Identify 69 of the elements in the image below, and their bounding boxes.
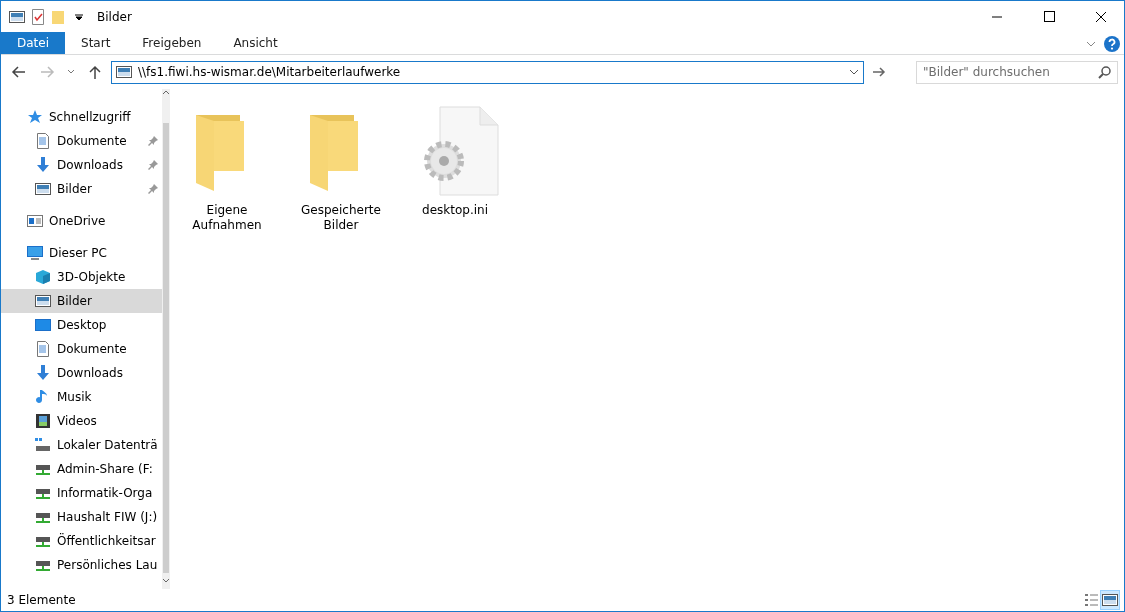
window-title: Bilder (97, 8, 132, 26)
sidebar-item[interactable]: Desktop (1, 313, 162, 337)
help-icon (1104, 36, 1120, 52)
address-bar[interactable]: \\fs1.fiwi.hs-wismar.de\Mitarbeiterlaufwerke (111, 60, 864, 84)
ribbon-tab[interactable]: Ansicht (217, 32, 294, 54)
window-icon (27, 213, 43, 229)
ribbon-tab[interactable]: Freigeben (126, 32, 218, 54)
chevron-icon (161, 578, 170, 584)
sidebar-item[interactable]: OneDrive (1, 209, 162, 233)
sidebar-item[interactable]: Haushalt FIW (J:) (1, 505, 162, 529)
close-icon (1096, 11, 1106, 22)
sidebar-item[interactable]: Downloads (1, 361, 162, 385)
sidebar-item[interactable]: Dokumente (1, 129, 162, 153)
ribbon-tab[interactable]: Datei (1, 32, 65, 54)
maximize-icon (1043, 11, 1055, 22)
picture-icon (35, 293, 51, 309)
minimize-icon (992, 15, 1002, 18)
sidebar-item[interactable]: Admin-Share (F: (1, 457, 162, 481)
picture-icon (116, 64, 132, 80)
view-button[interactable] (1100, 590, 1120, 610)
down-arrow-icon (35, 365, 51, 381)
file-name: Gespeicherte Bilder (301, 203, 381, 233)
sidebar-item[interactable]: Informatik-Orga (1, 481, 162, 505)
left-arrow-icon (11, 64, 27, 80)
chevron-icon (1086, 41, 1096, 47)
sidebar-item[interactable]: Dieser PC (1, 241, 162, 265)
cube-icon (35, 269, 51, 285)
item-count: 3 Elemente (7, 592, 76, 609)
chevron-icon (161, 89, 170, 95)
film-icon (35, 413, 51, 429)
file-name: desktop.ini (422, 203, 488, 218)
file-item[interactable]: Gespeicherte Bilder (296, 99, 386, 233)
sidebar-item[interactable]: Videos (1, 409, 162, 433)
down-arrow-icon (35, 157, 51, 173)
large-icons-view-icon (1102, 592, 1118, 608)
sidebar-item[interactable]: Bilder (1, 177, 162, 201)
drive-icon (35, 437, 51, 453)
details-view-icon (1082, 592, 1098, 608)
file-item[interactable]: desktop.ini (410, 99, 500, 218)
sidebar-item[interactable]: Öffentlichkeitsar (1, 529, 162, 553)
sidebar-item[interactable]: Persönliches Lau (1, 553, 162, 577)
file-name: Eigene Aufnahmen (192, 203, 262, 233)
chevron-icon (67, 69, 75, 75)
sidebar-item[interactable]: Lokaler Datenträ (1, 433, 162, 457)
right-arrow-icon (39, 64, 55, 80)
search-box[interactable]: "Bilder" durchsuchen (916, 60, 1118, 84)
picture-icon (9, 8, 25, 25)
sidebar-item[interactable]: Musik (1, 385, 162, 409)
sidebar-item[interactable]: Downloads (1, 153, 162, 177)
caret-icon (75, 12, 83, 21)
screen-icon (35, 317, 51, 333)
ribbon-tab[interactable]: Start (65, 32, 127, 54)
sidebar-item[interactable]: Bilder (1, 289, 162, 313)
star-icon (27, 109, 43, 125)
search-icon (1098, 65, 1111, 79)
sidebar-item[interactable]: 3D-Objekte (1, 265, 162, 289)
document-icon (35, 341, 51, 357)
sidebar-item[interactable]: Dokumente (1, 337, 162, 361)
scrollbar-thumb[interactable] (162, 123, 169, 573)
folder-icon (51, 8, 65, 25)
document-icon (35, 133, 51, 149)
up-arrow-icon (87, 64, 103, 80)
file-item[interactable]: Eigene Aufnahmen (182, 99, 272, 233)
checklist-icon (31, 8, 45, 25)
chevron-icon (849, 69, 859, 75)
sidebar-item[interactable]: Schnellzugriff (1, 105, 162, 129)
right-arrow-icon (872, 66, 886, 78)
picture-icon (35, 181, 51, 197)
monitor-icon (27, 245, 43, 261)
